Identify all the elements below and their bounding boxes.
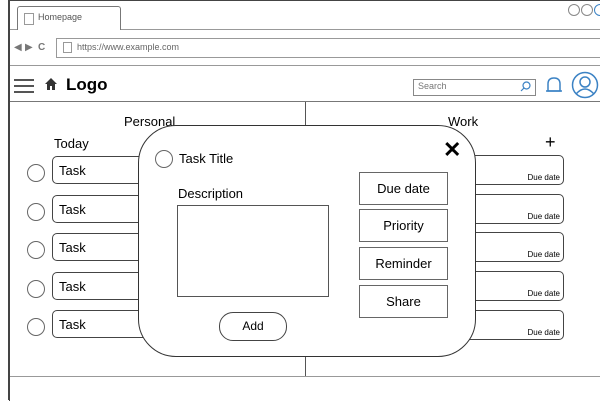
task-label: Task — [59, 279, 86, 294]
bell-icon[interactable] — [545, 76, 563, 96]
minimize-button[interactable] — [568, 4, 580, 16]
window-controls — [568, 4, 600, 16]
due-date-label: Due date — [527, 328, 560, 337]
due-date-label: Due date — [527, 212, 560, 221]
add-work-task-button[interactable]: + — [545, 132, 556, 153]
task-label: Task — [59, 240, 86, 255]
browser-window: Homepage ◀ ▶ C https://www.example.com L… — [9, 0, 600, 401]
priority-button[interactable]: Priority — [359, 209, 448, 242]
work-column-title: Work — [448, 114, 479, 129]
task-checkbox[interactable] — [27, 164, 45, 182]
reminder-button[interactable]: Reminder — [359, 247, 448, 280]
forward-icon[interactable]: ▶ — [25, 42, 33, 53]
description-field[interactable] — [177, 205, 329, 297]
page-icon — [24, 13, 34, 25]
due-date-button[interactable]: Due date — [359, 172, 448, 205]
due-date-label: Due date — [527, 250, 560, 259]
reload-icon[interactable]: C — [38, 42, 45, 53]
footer-divider — [10, 376, 600, 377]
add-button[interactable]: Add — [219, 312, 287, 341]
left-border — [0, 0, 9, 400]
due-date-label: Due date — [527, 173, 560, 182]
task-label: Task — [59, 202, 86, 217]
task-label: Task — [59, 163, 86, 178]
close-icon[interactable]: ✕ — [443, 137, 461, 163]
search-input[interactable]: Search — [413, 79, 536, 96]
task-title[interactable]: Task Title — [179, 151, 233, 166]
task-checkbox[interactable] — [27, 241, 45, 259]
app-header: Logo Search — [10, 66, 600, 102]
share-button[interactable]: Share — [359, 285, 448, 318]
menu-icon[interactable] — [14, 79, 34, 97]
url-field[interactable]: https://www.example.com — [56, 38, 600, 58]
tab-homepage[interactable]: Homepage — [17, 6, 121, 30]
close-window-button[interactable] — [594, 4, 600, 16]
task-checkbox[interactable] — [27, 318, 45, 336]
task-checkbox[interactable] — [27, 203, 45, 221]
page-icon — [63, 42, 72, 53]
task-complete-checkbox[interactable] — [155, 150, 173, 168]
task-label: Task — [59, 317, 86, 332]
home-icon[interactable] — [44, 77, 58, 91]
back-icon[interactable]: ◀ — [14, 42, 22, 53]
user-icon[interactable] — [571, 71, 599, 99]
tab-bar: Homepage — [10, 1, 600, 30]
description-label: Description — [178, 186, 244, 201]
address-bar: ◀ ▶ C https://www.example.com — [10, 30, 600, 66]
tab-label: Homepage — [38, 12, 83, 22]
task-modal: Task Title ✕ Description Add Due date Pr… — [138, 125, 476, 357]
search-placeholder: Search — [418, 81, 447, 91]
url-text: https://www.example.com — [77, 42, 180, 52]
search-icon[interactable] — [520, 81, 531, 92]
today-heading: Today — [54, 136, 89, 151]
task-checkbox[interactable] — [27, 280, 45, 298]
maximize-button[interactable] — [581, 4, 593, 16]
logo: Logo — [66, 75, 108, 94]
due-date-label: Due date — [527, 289, 560, 298]
